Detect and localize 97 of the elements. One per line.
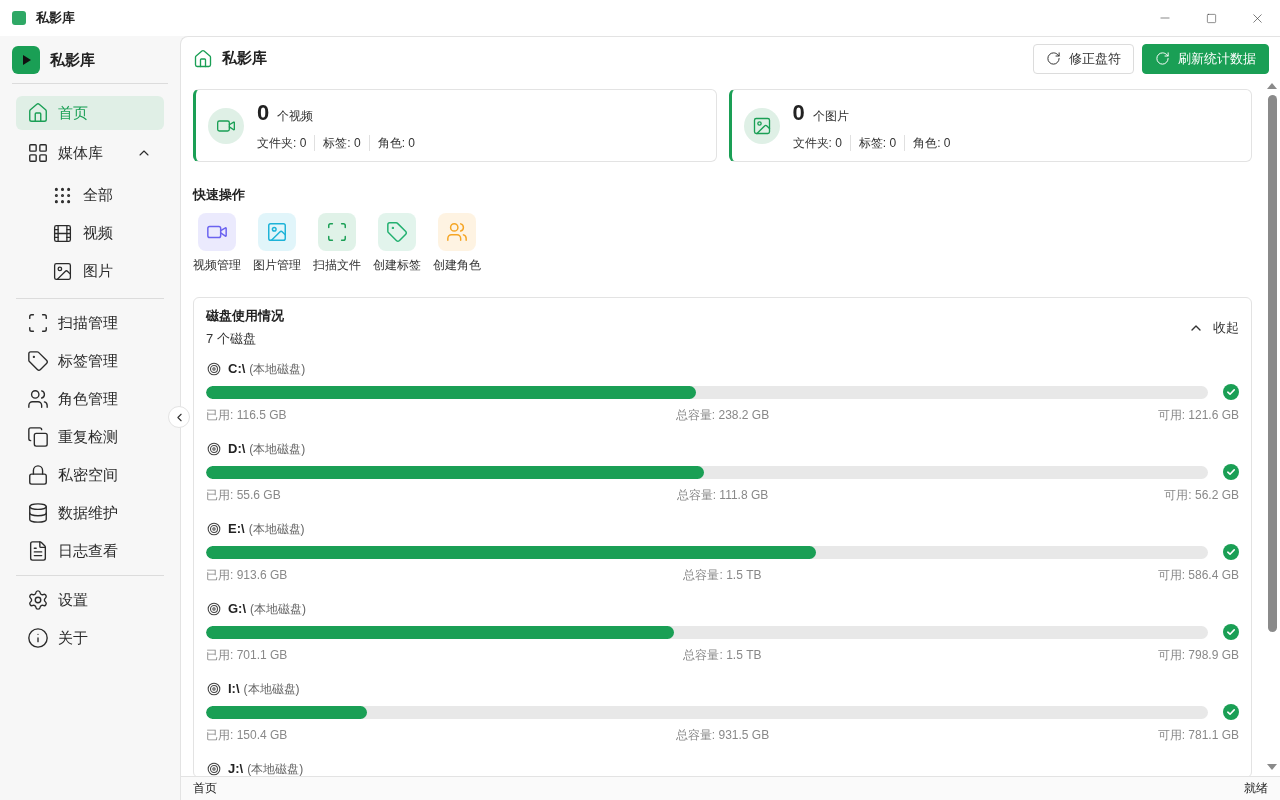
video-camera-icon: [208, 107, 244, 144]
play-logo-icon: [12, 46, 40, 74]
drive-name: J:\: [228, 761, 244, 776]
maximize-icon: [1205, 12, 1217, 24]
drive-name: G:\: [228, 601, 247, 617]
drive-type: (本地磁盘): [249, 361, 306, 377]
total-text: 总容量: 1.5 TB: [683, 647, 762, 663]
stat-unit: 个图片: [812, 108, 849, 125]
quick-action-button[interactable]: 图片管理: [253, 213, 301, 273]
nav-item[interactable]: 重复检测: [16, 420, 164, 454]
film-icon: [52, 222, 73, 244]
used-text: 已用: 701.1 GB: [206, 647, 288, 663]
nav-item[interactable]: 设置: [16, 583, 164, 617]
page-title: 私影库: [222, 49, 267, 68]
disk-count: 7 个磁盘: [206, 330, 257, 348]
nav-item[interactable]: 角色管理: [16, 382, 164, 416]
drive-name: E:\: [228, 521, 245, 537]
used-text: 已用: 116.5 GB: [206, 407, 287, 423]
refresh-icon: [1046, 51, 1061, 66]
nav-item[interactable]: 图片: [16, 254, 164, 288]
fix-drive-button[interactable]: 修正盘符: [1033, 43, 1134, 74]
nav-item[interactable]: 扫描管理: [16, 306, 164, 340]
lock-icon: [27, 464, 49, 486]
used-text: 已用: 55.6 GB: [206, 487, 281, 503]
grid-icon: [27, 142, 49, 164]
quick-action-button[interactable]: 创建标签: [373, 213, 421, 273]
collapse-toggle[interactable]: 收起: [1188, 318, 1239, 337]
window-title: 私影库: [36, 9, 75, 27]
check-circle-icon: [1223, 384, 1239, 400]
info-icon: [27, 627, 49, 649]
nav-item[interactable]: 关于: [16, 621, 164, 655]
check-circle-icon: [1223, 544, 1239, 560]
stat-count: 0: [257, 100, 270, 126]
scan-icon: [27, 312, 49, 334]
quick-action-button[interactable]: 创建角色: [433, 213, 481, 273]
house-icon: [27, 102, 49, 124]
image-icon: [743, 107, 780, 144]
check-circle-icon: [1223, 464, 1239, 480]
settings-icon: [27, 589, 49, 611]
total-text: 总容量: 931.5 GB: [675, 727, 770, 743]
free-text: 可用: 56.2 GB: [1164, 487, 1239, 503]
drive-type: (本地磁盘): [243, 681, 300, 697]
drive-type: (本地磁盘): [248, 521, 305, 537]
drive-type: (本地磁盘): [250, 601, 307, 617]
drive-name: C:\: [228, 361, 246, 377]
stat-detail: 角色: 0: [904, 135, 959, 151]
image-icon: [52, 260, 73, 282]
stat-detail: 文件夹: 0: [257, 135, 308, 151]
users-icon: [27, 388, 49, 410]
free-text: 可用: 798.9 GB: [1157, 647, 1239, 663]
nav-item[interactable]: 私密空间: [16, 458, 164, 492]
disc-icon: [207, 602, 221, 616]
stat-unit: 个视频: [277, 108, 314, 125]
total-text: 总容量: 238.2 GB: [675, 407, 770, 423]
nav-item[interactable]: 标签管理: [16, 344, 164, 378]
panel-title: 磁盘使用情况: [206, 307, 284, 325]
drive-type: (本地磁盘): [249, 441, 306, 457]
stat-detail: 文件夹: 0: [792, 135, 843, 151]
check-circle-icon: [1223, 624, 1239, 640]
drive-type: (本地磁盘): [247, 761, 304, 776]
nav-item[interactable]: 全部: [16, 178, 164, 212]
status-text: 就绪: [1244, 780, 1268, 797]
nav-item[interactable]: 数据维护: [16, 496, 164, 530]
used-text: 已用: 913.6 GB: [206, 567, 288, 583]
disc-icon: [207, 682, 221, 696]
disc-icon: [207, 522, 221, 536]
file-text-icon: [27, 540, 49, 562]
total-text: 总容量: 1.5 TB: [683, 567, 762, 583]
drive-name: D:\: [228, 441, 246, 457]
app-icon: [12, 11, 26, 25]
free-text: 可用: 781.1 GB: [1157, 727, 1239, 743]
stat-count: 0: [792, 100, 805, 126]
drive-name: I:\: [228, 681, 240, 697]
quick-action-button[interactable]: 视频管理: [193, 213, 241, 273]
stat-detail: 标签: 0: [849, 135, 905, 151]
stat-detail: 标签: 0: [314, 135, 369, 151]
stat-detail: 角色: 0: [368, 135, 424, 151]
nav-item[interactable]: 媒体库: [16, 136, 164, 170]
nav-item[interactable]: 日志查看: [16, 534, 164, 568]
status-text: 首页: [193, 780, 217, 797]
disc-icon: [207, 442, 221, 456]
disc-icon: [207, 362, 221, 376]
house-icon: [193, 48, 213, 69]
refresh-icon: [1155, 51, 1170, 66]
disc-icon: [207, 762, 221, 776]
database-icon: [27, 502, 49, 524]
app-name: 私影库: [50, 50, 95, 70]
nav-item[interactable]: 视频: [16, 216, 164, 250]
tag-icon: [27, 350, 49, 372]
free-text: 可用: 586.4 GB: [1157, 567, 1239, 583]
free-text: 可用: 121.6 GB: [1157, 407, 1239, 423]
check-circle-icon: [1223, 704, 1239, 720]
section-title: 快速操作: [193, 186, 246, 204]
total-text: 总容量: 111.8 GB: [676, 487, 769, 503]
used-text: 已用: 150.4 GB: [206, 727, 288, 743]
quick-action-button[interactable]: 扫描文件: [313, 213, 361, 273]
copy-icon: [27, 426, 49, 448]
